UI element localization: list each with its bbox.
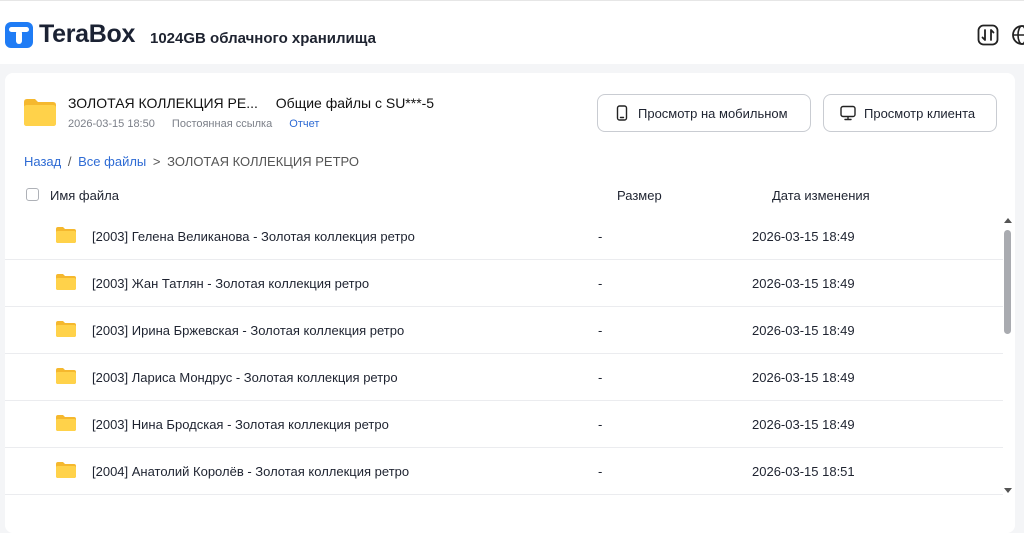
file-date: 2026-03-15 18:49: [752, 323, 855, 338]
file-date: 2026-03-15 18:49: [752, 229, 855, 244]
breadcrumb-all-files[interactable]: Все файлы: [78, 154, 146, 169]
folder-icon: [56, 368, 76, 384]
file-size: -: [598, 323, 603, 338]
folder-icon: [24, 99, 56, 126]
file-date: 2026-03-15 18:49: [752, 370, 855, 385]
report-link[interactable]: Отчет: [289, 118, 319, 130]
column-header-size[interactable]: Размер: [617, 188, 662, 203]
breadcrumb-current: ЗОЛОТАЯ КОЛЛЕКЦИЯ РЕТРО: [167, 154, 360, 169]
monitor-icon: [840, 105, 856, 121]
top-bar: TeraBox 1024GB облачного хранилища: [0, 0, 1024, 64]
file-name[interactable]: [2003] Ирина Бржевская - Золотая коллекц…: [92, 323, 404, 338]
breadcrumb-back[interactable]: Назад: [24, 154, 61, 169]
file-name[interactable]: [2003] Нина Бродская - Золотая коллекция…: [92, 417, 389, 432]
file-size: -: [598, 229, 603, 244]
table-row[interactable]: [2003] Ирина Бржевская - Золотая коллекц…: [5, 307, 1003, 354]
view-on-mobile-button[interactable]: Просмотр на мобильном: [597, 94, 811, 132]
file-date: 2026-03-15 18:51: [752, 464, 855, 479]
file-size: -: [598, 276, 603, 291]
storage-label: 1024GB облачного хранилища: [150, 30, 376, 47]
file-size: -: [598, 370, 603, 385]
view-in-client-label: Просмотр клиента: [864, 105, 976, 121]
breadcrumb: Назад / Все файлы > ЗОЛОТАЯ КОЛЛЕКЦИЯ РЕ…: [24, 154, 359, 169]
scroll-up-arrow-icon[interactable]: [1003, 216, 1013, 224]
column-header-name[interactable]: Имя файла: [50, 188, 119, 203]
file-name[interactable]: [2003] Жан Татлян - Золотая коллекция ре…: [92, 276, 369, 291]
shared-by: Общие файлы с SU***-5: [275, 95, 435, 111]
breadcrumb-separator: >: [152, 154, 161, 169]
view-in-client-button[interactable]: Просмотр клиента: [823, 94, 997, 132]
file-date: 2026-03-15 18:49: [752, 417, 855, 432]
table-row[interactable]: [2003] Гелена Великанова - Золотая колле…: [5, 213, 1003, 260]
file-name[interactable]: [2003] Лариса Мондрус - Золотая коллекци…: [92, 370, 398, 385]
folder-icon: [56, 415, 76, 431]
folder-icon: [56, 274, 76, 290]
scrollbar-thumb[interactable]: [1004, 230, 1011, 334]
file-size: -: [598, 464, 603, 479]
file-name[interactable]: [2003] Гелена Великанова - Золотая колле…: [92, 229, 415, 244]
view-on-mobile-label: Просмотр на мобильном: [638, 105, 788, 121]
file-date: 2026-03-15 18:49: [752, 276, 855, 291]
brand-name[interactable]: TeraBox: [39, 20, 135, 49]
folder-icon: [56, 227, 76, 243]
transfer-icon[interactable]: [977, 24, 999, 46]
file-size: -: [598, 417, 603, 432]
link-type: Постоянная ссылка: [171, 118, 273, 130]
file-name[interactable]: [2004] Анатолий Королёв - Золотая коллек…: [92, 464, 409, 479]
table-row[interactable]: [2003] Нина Бродская - Золотая коллекция…: [5, 401, 1003, 448]
table-row[interactable]: [2003] Жан Татлян - Золотая коллекция ре…: [5, 260, 1003, 307]
share-card: ЗОЛОТАЯ КОЛЛЕКЦИЯ РЕ... Общие файлы с SU…: [5, 73, 1015, 533]
scroll-down-arrow-icon[interactable]: [1003, 487, 1013, 495]
table-header: Имя файла Размер Дата изменения: [5, 185, 1015, 207]
share-date: 2026-03-15 18:50: [68, 118, 155, 130]
breadcrumb-slash: /: [67, 154, 72, 169]
share-meta: 2026-03-15 18:50 Постоянная ссылка Отчет: [68, 118, 333, 130]
table-row[interactable]: [2004] Анатолий Королёв - Золотая коллек…: [5, 448, 1003, 495]
select-all-checkbox[interactable]: [26, 188, 39, 201]
file-list: [2003] Гелена Великанова - Золотая колле…: [5, 213, 1003, 495]
table-row[interactable]: [2003] Лариса Мондрус - Золотая коллекци…: [5, 354, 1003, 401]
globe-icon[interactable]: [1011, 24, 1024, 46]
folder-name: ЗОЛОТАЯ КОЛЛЕКЦИЯ РЕ...: [68, 95, 258, 111]
folder-icon: [56, 321, 76, 337]
folder-icon: [56, 462, 76, 478]
phone-icon: [616, 105, 628, 121]
column-header-date[interactable]: Дата изменения: [772, 188, 870, 203]
terabox-logo-icon[interactable]: [4, 21, 34, 49]
share-title: ЗОЛОТАЯ КОЛЛЕКЦИЯ РЕ... Общие файлы с SU…: [68, 95, 434, 111]
